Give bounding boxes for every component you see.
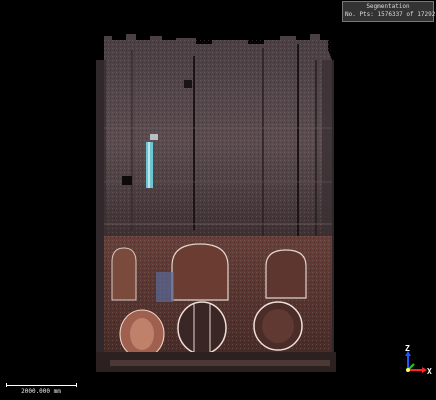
- arch-center-upper: [171, 243, 229, 301]
- point-count: No. Pts: 1576337 of 1729218: [345, 11, 436, 18]
- segmentation-info-panel: Segmentation No. Pts: 1576337 of 1729218: [342, 1, 436, 22]
- scale-tick-right: [76, 383, 77, 387]
- scale-line: [6, 385, 76, 386]
- point-cloud-render[interactable]: [0, 0, 436, 400]
- scale-tick-left: [6, 383, 7, 387]
- 3d-viewport[interactable]: Segmentation No. Pts: 1576337 of 1729218…: [0, 0, 436, 400]
- axis-z-label: Z: [405, 344, 410, 353]
- panel-title: Segmentation: [366, 3, 410, 10]
- scale-label: 2000.000 mm: [21, 388, 61, 395]
- axis-gizmo[interactable]: Z X: [398, 344, 436, 380]
- arch-left-upper: [111, 247, 137, 301]
- axis-x-label: X: [427, 367, 432, 376]
- scale-bar: 2000.000 mm: [6, 383, 78, 395]
- arch-right-upper: [265, 249, 307, 299]
- opening-center: [177, 301, 227, 355]
